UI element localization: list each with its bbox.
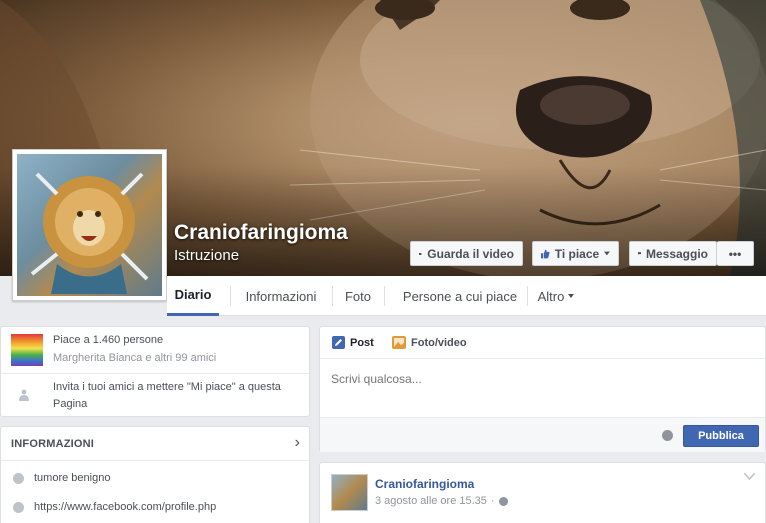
info-row-description: tumore benigno — [13, 472, 110, 484]
tab-informazioni[interactable]: Informazioni — [231, 276, 331, 316]
profile-picture[interactable] — [12, 149, 167, 301]
composer-tab-post-label: Post — [350, 336, 374, 349]
profile-picture-image — [17, 154, 162, 296]
like-label: Ti piace — [554, 246, 600, 261]
post-composer: Post Foto/video Pubblica — [319, 326, 766, 452]
add-person-icon — [19, 389, 29, 401]
post-author-name[interactable]: Craniofaringioma — [375, 477, 474, 491]
divider — [1, 373, 309, 374]
audience-globe-icon[interactable] — [662, 430, 673, 441]
message-bubble-icon — [638, 252, 641, 255]
caret-down-icon — [568, 294, 575, 298]
likes-card: Piace a 1.460 persone Margherita Bianca … — [0, 326, 310, 417]
thumbs-up-icon — [541, 249, 550, 258]
tab-separator — [527, 286, 528, 306]
post-card: Craniofaringioma 3 agosto alle ore 15.35… — [319, 462, 766, 523]
page-title[interactable]: Craniofaringioma — [174, 221, 348, 245]
info-website-link[interactable]: https://www.facebook.com/profile.php — [34, 501, 216, 513]
photo-icon — [392, 336, 406, 349]
watch-video-label: Guarda il video — [427, 246, 514, 261]
pencil-icon — [332, 336, 345, 349]
message-button[interactable]: Messaggio — [629, 241, 717, 266]
likes-count[interactable]: Piace a 1.460 persone — [53, 334, 163, 346]
page-category[interactable]: Istruzione — [174, 247, 239, 264]
facebook-page: Craniofaringioma Istruzione Guarda il vi… — [0, 0, 766, 523]
more-dots-icon: ••• — [728, 246, 742, 261]
tab-altro-label: Altro — [537, 288, 565, 304]
post-timestamp[interactable]: 3 agosto alle ore 15.35 — [375, 495, 487, 507]
post-author-avatar[interactable] — [331, 474, 368, 511]
post-meta: 3 agosto alle ore 15.35 · — [375, 495, 508, 507]
message-label: Messaggio — [645, 246, 708, 261]
more-options-button[interactable]: ••• — [717, 241, 754, 266]
watch-video-button[interactable]: Guarda il video — [410, 241, 523, 266]
tab-diario[interactable]: Diario — [167, 276, 219, 316]
composer-tab-post[interactable]: Post — [332, 336, 374, 349]
composer-text-input[interactable] — [331, 372, 731, 386]
video-camera-icon — [419, 252, 423, 255]
invite-friends-link[interactable]: Invita i tuoi amici a mettere "Mi piace"… — [53, 379, 293, 413]
info-card: INFORMAZIONI › tumore benigno https://ww… — [0, 426, 310, 523]
post-options-chevron-icon[interactable] — [744, 473, 755, 480]
tab-persone-a-cui-piace[interactable]: Persone a cui piace — [385, 276, 535, 316]
publish-button[interactable]: Pubblica — [683, 425, 759, 447]
composer-tab-photo-video[interactable]: Foto/video — [392, 336, 467, 349]
chevron-right-icon[interactable]: › — [295, 434, 300, 452]
public-globe-icon — [498, 496, 508, 506]
friends-who-like[interactable]: Margherita Bianca e altri 99 amici — [53, 352, 216, 364]
info-bullet-icon — [13, 472, 24, 484]
like-button[interactable]: Ti piace — [532, 241, 619, 266]
composer-footer: Pubblica — [320, 417, 765, 452]
divider — [320, 358, 765, 359]
lion-drawing-icon — [30, 172, 149, 294]
divider — [1, 460, 309, 461]
composer-tab-photo-label: Foto/video — [411, 336, 467, 349]
info-row-website[interactable]: https://www.facebook.com/profile.php — [13, 501, 216, 513]
caret-down-icon — [604, 251, 610, 256]
info-description-text: tumore benigno — [34, 472, 111, 484]
globe-icon — [13, 501, 24, 513]
page-tab-bar: Diario Informazioni Foto Persone a cui p… — [167, 276, 766, 316]
tab-altro[interactable]: Altro — [530, 276, 582, 316]
info-header[interactable]: INFORMAZIONI — [11, 438, 94, 450]
tab-foto[interactable]: Foto — [333, 276, 383, 316]
likes-thumbnail[interactable] — [11, 334, 43, 366]
